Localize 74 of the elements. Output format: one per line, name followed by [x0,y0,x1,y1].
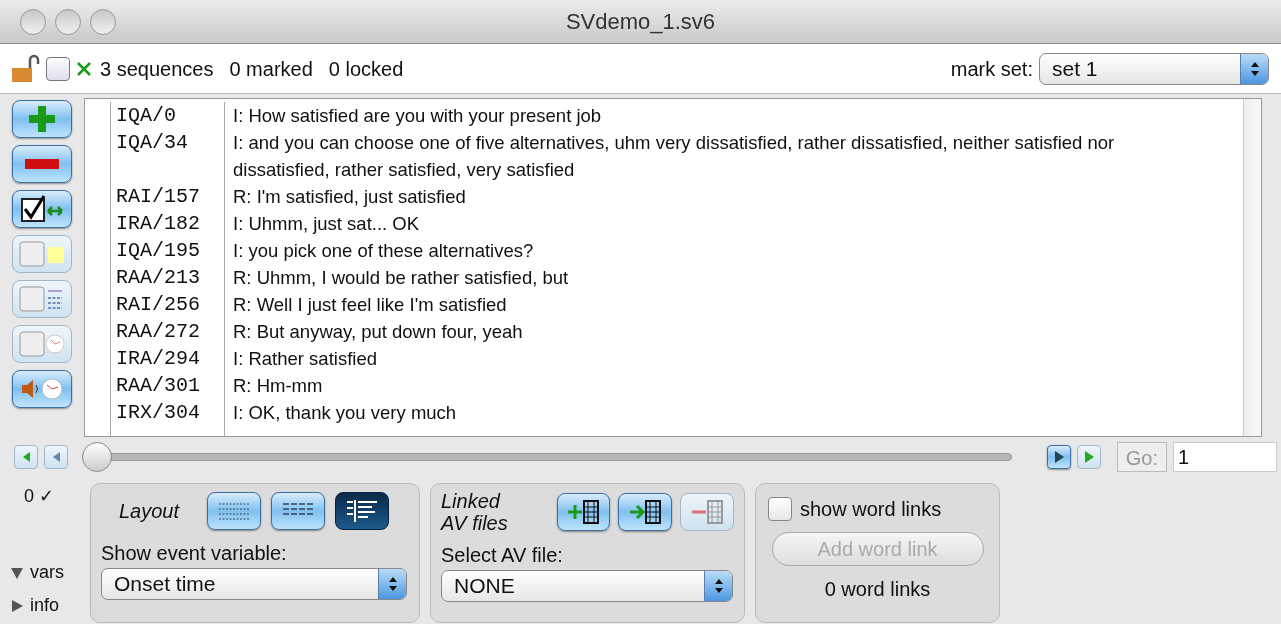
disclosure-toggle[interactable]: vars [10,559,80,586]
av-file-label: Select AV file: [441,543,564,568]
event-text: R: I'm satisfied, just satisfied [232,185,467,209]
remove-film-icon [690,499,725,525]
event-variable-label: Show event variable: [101,541,288,566]
av-files-label: Linked AV files [441,490,509,534]
mark-set-label: mark set: [950,56,1033,82]
go-input-field[interactable]: 1 [1173,442,1277,472]
event-text: I: Uhmm, just sat... OK [232,212,421,236]
event-text: I: you pick one of these alternatives? [232,239,535,263]
event-text: R: Hm-mm [232,374,324,398]
event-text: R: But anyway, put down four, yeah [232,320,524,344]
event-code: IRA/294 [111,345,225,372]
scrollbar[interactable] [1243,99,1261,436]
event-text: I: OK, thank you very much [232,401,458,425]
event-variable-select[interactable]: Onset time [101,568,407,600]
play-icon [1082,450,1095,464]
layout-button[interactable] [335,492,389,530]
minus-icon [25,159,59,169]
word-links-label: show word links [800,497,942,522]
window-control[interactable] [90,8,116,35]
event-text: I: and you can choose one of five alternatives, uhm very dissatisfied, rather dissatisfied, neither satisfied nor dissatisfied, rather satisfied, very satisfied [232,131,1116,182]
event-text: R: Well I just feel like I'm satisfied [232,293,508,317]
select-all-checkbox[interactable] [46,56,70,81]
event-code: IQA/195 [111,237,225,264]
marked-count: 0 marked [229,56,313,82]
slider-thumb[interactable] [82,442,112,472]
checkbox-clock-icon [18,329,66,359]
stepper-arrows-icon [386,575,399,593]
previous-event-button[interactable] [44,445,68,469]
sequence-count: 3 sequences [100,56,214,82]
event-text: I: Rather satisfied [232,347,378,371]
event-code: RAI/256 [111,291,225,318]
event-text: R: Uhmm, I would be rather satisfied, but [232,266,570,290]
checked-count: 0 ✓ [23,485,55,508]
arrow-film-icon [628,499,663,525]
triangle-down-icon [10,565,24,580]
event-code: RAI/157 [111,183,225,210]
play-icon [1052,450,1065,464]
last-event-button[interactable] [1076,445,1101,469]
add-film-icon [566,499,601,525]
event-text: I: How satisfied are you with your present job [232,104,603,128]
event-code: RAA/213 [111,264,225,291]
event-code: RAA/301 [111,372,225,399]
event-code: IQA/0 [111,102,225,129]
grid-layout-icon [217,501,251,521]
outline-layout-icon [345,499,379,523]
disclosure-toggle[interactable]: info [10,592,80,619]
window-control[interactable] [55,8,81,35]
window-title: SVdemo_1.sv6 [565,8,716,36]
next-event-button[interactable] [1046,445,1071,469]
event-code: IQA/34 [111,129,225,183]
locked-count: 0 locked [328,56,404,82]
word-links-checkbox[interactable] [768,497,792,521]
event-code: IRX/304 [111,399,225,426]
triangle-right-icon [10,598,24,613]
av-file-button[interactable] [556,493,611,531]
unlocked-padlock-icon [10,53,40,84]
checkbox-arrows-icon [20,194,64,224]
av-file-button[interactable] [618,493,673,531]
slider-track[interactable] [82,442,1012,472]
first-event-button[interactable] [14,445,38,469]
window-control[interactable] [20,8,46,35]
av-file-select[interactable]: NONE [441,570,733,602]
mark-set-select[interactable]: set 1 [1039,52,1269,85]
plus-icon [27,104,57,134]
event-code: IRA/182 [111,210,225,237]
x-icon[interactable] [76,60,92,77]
word-link-count: 0 word links [824,577,931,602]
event-code: RAA/272 [111,318,225,345]
layout-label: Layout [117,499,181,524]
stepper-arrows-icon [712,577,725,595]
tool-button[interactable] [12,190,72,228]
checkbox-note-icon [18,239,66,269]
